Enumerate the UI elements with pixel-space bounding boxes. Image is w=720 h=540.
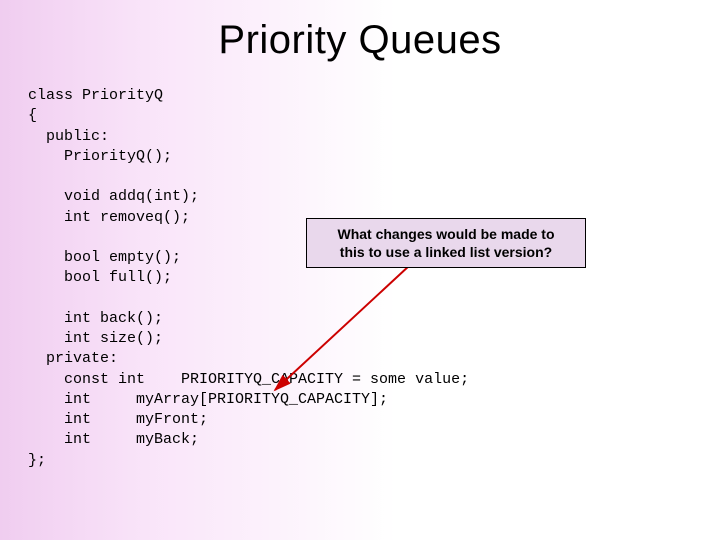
slide: Priority Queues class PriorityQ { public… [0,0,720,540]
code-line: public: [28,128,109,145]
code-line: private: [28,350,118,367]
code-line: void addq(int); [28,188,199,205]
code-block: class PriorityQ { public: PriorityQ(); v… [28,86,469,471]
callout-line: this to use a linked list version? [340,244,552,260]
code-line: const int PRIORITYQ_CAPACITY = some valu… [28,371,469,388]
code-line: int myFront; [28,411,208,428]
code-line: bool empty(); [28,249,181,266]
code-line: int back(); [28,310,163,327]
code-line: bool full(); [28,269,172,286]
code-line: PriorityQ(); [28,148,172,165]
code-line: int myBack; [28,431,199,448]
page-title: Priority Queues [0,18,720,63]
code-line: int removeq(); [28,209,190,226]
code-line: int myArray[PRIORITYQ_CAPACITY]; [28,391,388,408]
callout-line: What changes would be made to [337,226,554,242]
code-line: int size(); [28,330,163,347]
callout-box: What changes would be made to this to us… [306,218,586,268]
code-line: { [28,107,37,124]
code-line: }; [28,452,46,469]
code-line: class PriorityQ [28,87,163,104]
